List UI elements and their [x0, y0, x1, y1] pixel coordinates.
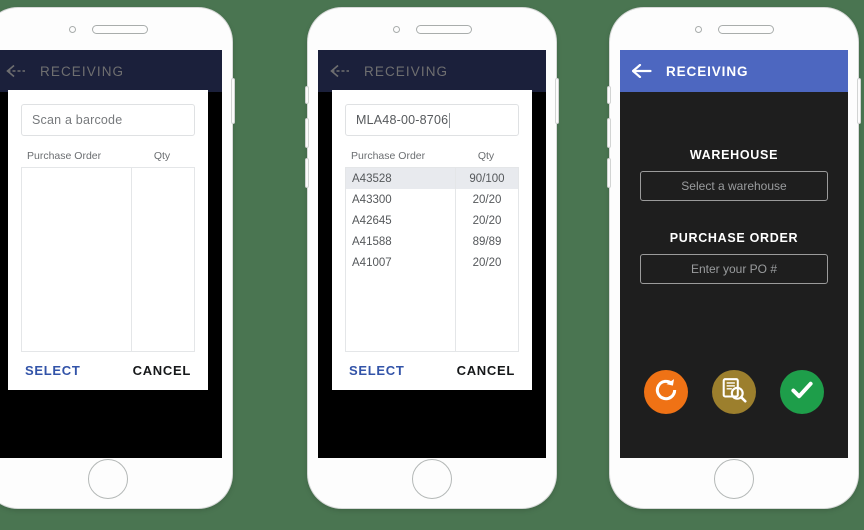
cell-qty: 90/100: [469, 172, 505, 185]
phone-top-hardware: [0, 8, 232, 50]
cell-purchase-order: A43300: [352, 193, 392, 206]
front-camera-icon: [694, 25, 702, 33]
text-caret: [449, 112, 451, 128]
phone-screen-1: RECEIVING Scan a barcode Purchase Order …: [0, 50, 222, 458]
scan-input[interactable]: MLA48-00-8706: [345, 104, 519, 136]
home-button[interactable]: [412, 459, 452, 499]
select-button[interactable]: SELECT: [25, 363, 80, 378]
column-header-qty: Qty: [153, 150, 171, 162]
document-search-icon: [721, 377, 747, 408]
column-divider: [131, 168, 132, 351]
lookup-button[interactable]: [712, 370, 756, 414]
phone-device-2: RECEIVING MLA48-00-8706 Purchase Order Q…: [305, 8, 559, 508]
receiving-form: WAREHOUSE Select a warehouse PURCHASE OR…: [620, 92, 848, 284]
page-title: RECEIVING: [364, 63, 449, 79]
cell-qty: 20/20: [472, 214, 502, 227]
cancel-button[interactable]: CANCEL: [457, 363, 515, 378]
purchase-order-input[interactable]: Enter your PO #: [640, 254, 828, 284]
table-row[interactable]: A41007 20/20: [346, 252, 518, 273]
cell-purchase-order: A42645: [352, 214, 392, 227]
volume-up-button[interactable]: [607, 118, 611, 148]
modal-actions-1: SELECT CANCEL: [21, 352, 195, 380]
table-row[interactable]: A42645 20/20: [346, 210, 518, 231]
power-button[interactable]: [555, 78, 559, 124]
cell-qty: 89/89: [472, 235, 502, 248]
phone-top-hardware: [308, 8, 556, 50]
back-arrow-icon[interactable]: [330, 64, 350, 78]
app-header-1: RECEIVING: [0, 50, 222, 92]
earpiece-speaker: [415, 24, 472, 34]
action-button-row: [620, 370, 848, 414]
refresh-button[interactable]: [644, 370, 688, 414]
column-header-purchase-order: Purchase Order: [27, 150, 102, 162]
purchase-order-list-2[interactable]: A43528 90/100 A43300 20/20 A42645 20/20 …: [345, 167, 519, 352]
cell-purchase-order: A41588: [352, 235, 392, 248]
confirm-button[interactable]: [780, 370, 824, 414]
back-arrow-icon[interactable]: [6, 64, 26, 78]
power-button[interactable]: [231, 78, 235, 124]
cancel-button[interactable]: CANCEL: [133, 363, 191, 378]
app-header-2: RECEIVING: [318, 50, 546, 92]
volume-down-button[interactable]: [607, 158, 611, 188]
column-header-qty: Qty: [477, 150, 495, 162]
purchase-order-label: PURCHASE ORDER: [669, 231, 799, 245]
purchase-order-list-1[interactable]: [21, 167, 195, 352]
back-arrow-icon[interactable]: [632, 64, 652, 78]
warehouse-label: WAREHOUSE: [689, 148, 779, 162]
scan-input[interactable]: Scan a barcode: [21, 104, 195, 136]
home-button[interactable]: [714, 459, 754, 499]
warehouse-select[interactable]: Select a warehouse: [640, 171, 828, 201]
silent-switch[interactable]: [305, 86, 309, 104]
table-header-1: Purchase Order Qty: [21, 150, 195, 167]
earpiece-speaker: [717, 24, 774, 34]
table-row[interactable]: A41588 89/89: [346, 231, 518, 252]
modal-actions-2: SELECT CANCEL: [345, 352, 519, 380]
barcode-select-modal-2: MLA48-00-8706 Purchase Order Qty A43528 …: [332, 90, 532, 390]
home-button[interactable]: [88, 459, 128, 499]
screenshot-stage: RECEIVING Scan a barcode Purchase Order …: [0, 0, 864, 530]
front-camera-icon: [392, 25, 400, 33]
volume-up-button[interactable]: [305, 118, 309, 148]
cell-purchase-order: A41007: [352, 256, 392, 269]
page-title: RECEIVING: [666, 63, 749, 79]
phone-device-1: RECEIVING Scan a barcode Purchase Order …: [0, 8, 235, 508]
column-header-purchase-order: Purchase Order: [351, 150, 426, 162]
silent-switch[interactable]: [607, 86, 611, 104]
page-title: RECEIVING: [40, 63, 125, 79]
phone-device-3: RECEIVING WAREHOUSE Select a warehouse P…: [607, 8, 861, 508]
volume-down-button[interactable]: [305, 158, 309, 188]
power-button[interactable]: [857, 78, 861, 124]
refresh-icon: [653, 377, 679, 408]
barcode-select-modal-1: Scan a barcode Purchase Order Qty SELECT…: [8, 90, 208, 390]
check-icon: [789, 377, 815, 408]
scan-input-value: MLA48-00-8706: [356, 113, 449, 127]
cell-qty: 20/20: [472, 256, 502, 269]
phone-top-hardware: [610, 8, 858, 50]
table-row[interactable]: A43528 90/100: [346, 168, 518, 189]
cell-qty: 20/20: [472, 193, 502, 206]
app-header-3: RECEIVING: [620, 50, 848, 92]
phone-screen-3: RECEIVING WAREHOUSE Select a warehouse P…: [620, 50, 848, 458]
table-row[interactable]: A43300 20/20: [346, 189, 518, 210]
table-header-2: Purchase Order Qty: [345, 150, 519, 167]
cell-purchase-order: A43528: [352, 172, 392, 185]
front-camera-icon: [68, 25, 76, 33]
column-divider: [455, 168, 456, 351]
phone-screen-2: RECEIVING MLA48-00-8706 Purchase Order Q…: [318, 50, 546, 458]
select-button[interactable]: SELECT: [349, 363, 404, 378]
earpiece-speaker: [91, 24, 148, 34]
